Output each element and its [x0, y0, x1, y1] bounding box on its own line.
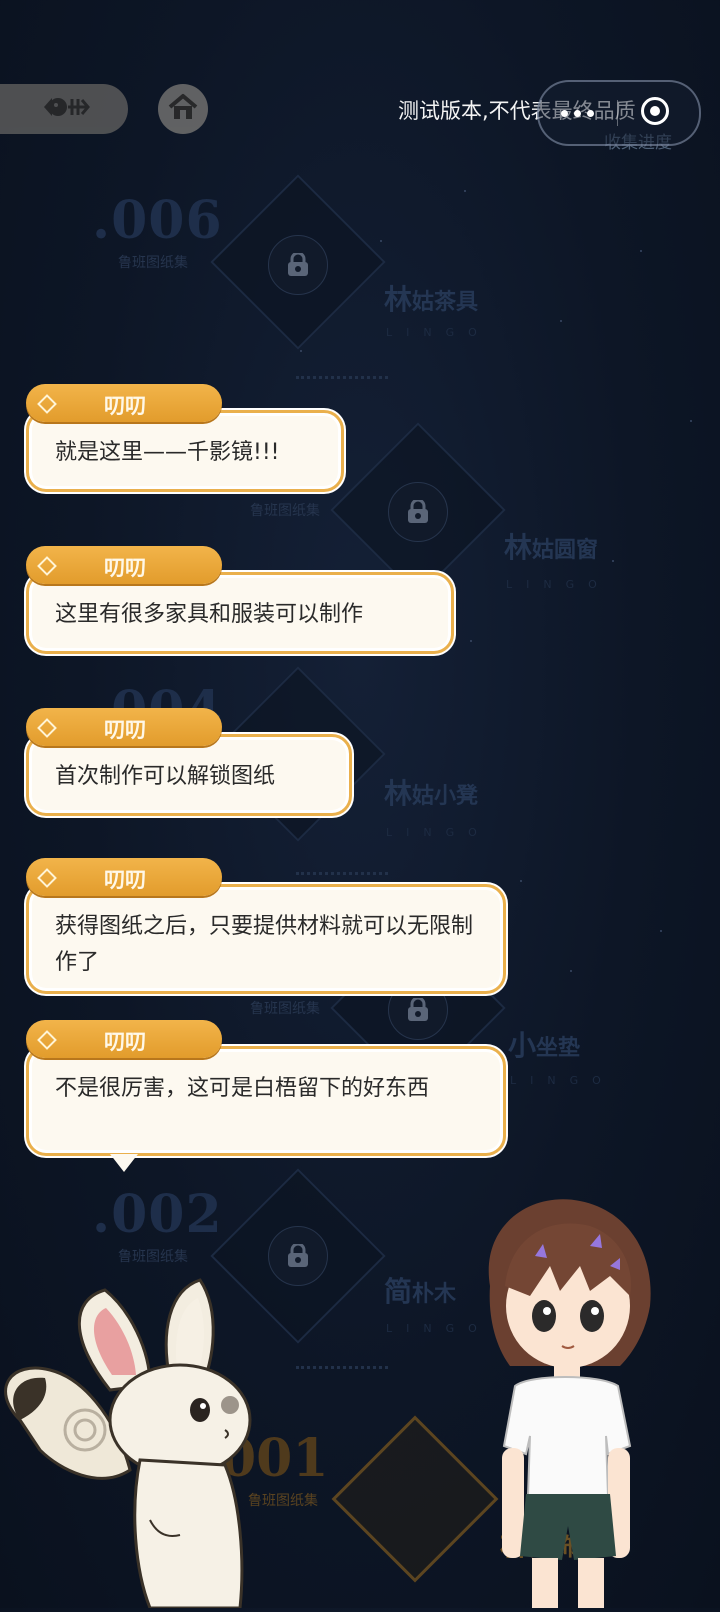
mini-program-capsule [537, 80, 701, 146]
lock-icon [388, 482, 448, 542]
fishbone-back-icon [38, 94, 90, 124]
home-button[interactable] [158, 84, 208, 134]
lock-icon [268, 235, 328, 295]
catalog-subtitle: 鲁班图纸集 [118, 1249, 188, 1265]
catalog-name: 林姑小凳 [384, 777, 479, 810]
catalog-name-en: LINGO [506, 578, 611, 591]
capsule-divider [617, 100, 618, 126]
speaker-name-tag: 叨叨 [26, 858, 222, 896]
more-dots-icon[interactable] [561, 110, 594, 117]
catalog-name-en: LINGO [386, 826, 491, 839]
speaker-name-tag: 叨叨 [26, 384, 222, 422]
catalog-name: 小坐垫 [508, 1029, 581, 1062]
speech-bubble: 首次制作可以解锁图纸 [26, 734, 352, 816]
speech-bubble: 不是很厉害，这可是白梧留下的好东西 [26, 1046, 506, 1156]
brown-haired-boy [470, 1196, 660, 1608]
home-icon [167, 93, 199, 125]
catalog-number: .002 [92, 1184, 223, 1245]
dialog-text: 获得图纸之后，只要提供材料就可以无限制作了 [55, 914, 474, 975]
diamond-gem-icon [37, 1030, 57, 1050]
catalog-subtitle: 鲁班图纸集 [250, 1001, 320, 1017]
diamond-gem-icon [37, 718, 57, 738]
catalog-name: 林姑茶具 [384, 283, 479, 316]
dialog-text: 不是很厉害，这可是白梧留下的好东西 [55, 1076, 430, 1101]
dialog-text: 就是这里——千影镜!!! [55, 440, 280, 465]
catalog-subtitle: 鲁班图纸集 [250, 503, 320, 519]
speaker-name: 叨叨 [104, 393, 146, 418]
diamond-gem-icon [37, 868, 57, 888]
catalog-number: .006 [92, 190, 223, 251]
speech-bubble: 就是这里——千影镜!!! [26, 410, 344, 492]
divider [296, 376, 388, 379]
white-fox-creature [0, 1270, 280, 1610]
speech-bubble-tail [110, 1154, 138, 1172]
speech-bubble: 这里有很多家具和服装可以制作 [26, 572, 454, 654]
diamond-gem-icon [37, 556, 57, 576]
speaker-name: 叨叨 [104, 867, 146, 892]
dialog-text: 这里有很多家具和服装可以制作 [55, 602, 364, 627]
speech-bubble: 获得图纸之后，只要提供材料就可以无限制作了 [26, 884, 506, 994]
catalog-name-en: LINGO [386, 326, 491, 339]
catalog-name: 林姑圆窗 [504, 531, 599, 564]
catalog-name-en: LINGO [510, 1074, 615, 1087]
target-close-icon[interactable] [641, 97, 669, 125]
diamond-gem-icon [37, 394, 57, 414]
catalog-name: 简朴木 [384, 1275, 457, 1308]
speaker-name-tag: 叨叨 [26, 708, 222, 746]
catalog-subtitle: 鲁班图纸集 [118, 255, 188, 271]
speaker-name-tag: 叨叨 [26, 1020, 222, 1058]
back-button[interactable] [0, 84, 128, 134]
speaker-name: 叨叨 [104, 555, 146, 580]
speaker-name: 叨叨 [104, 717, 146, 742]
speaker-name-tag: 叨叨 [26, 546, 222, 584]
divider [296, 872, 388, 875]
dialog-text: 首次制作可以解锁图纸 [55, 764, 276, 789]
speaker-name: 叨叨 [104, 1029, 146, 1054]
divider [296, 1366, 388, 1369]
